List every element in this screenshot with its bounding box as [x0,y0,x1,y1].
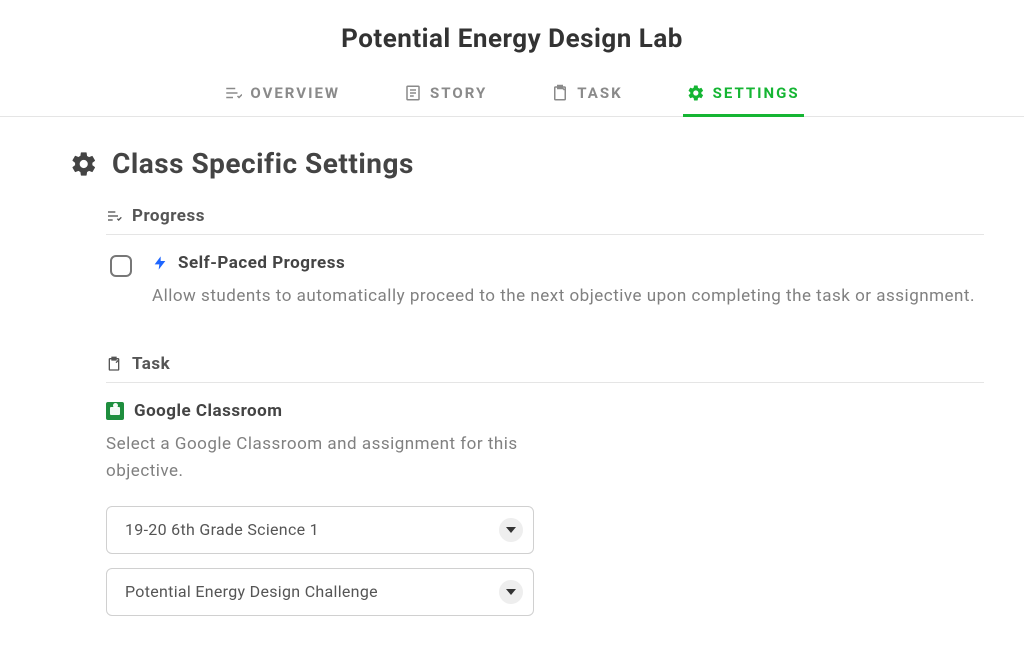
tabs: OVERVIEW STORY TASK SETTINGS [0,76,1024,117]
google-classroom-icon [106,402,124,420]
assignment-select-value: Potential Energy Design Challenge [125,582,378,601]
gear-icon [70,150,98,178]
google-classroom-desc: Select a Google Classroom and assignment… [106,431,526,484]
task-icon [551,84,569,102]
assignment-select[interactable]: Potential Energy Design Challenge [106,568,534,616]
progress-label: Progress [132,206,205,226]
progress-icon [106,208,122,224]
self-paced-checkbox[interactable] [110,255,132,277]
tab-settings-label: SETTINGS [713,84,800,102]
overview-icon [224,84,242,102]
task-label: Task [132,354,170,374]
tab-task-label: TASK [577,84,622,102]
classroom-select[interactable]: 19-20 6th Grade Science 1 [106,506,534,554]
tab-task[interactable]: TASK [547,76,626,116]
task-section-icon [106,356,122,372]
tab-story-label: STORY [430,84,487,102]
page-title: Potential Energy Design Lab [0,24,1024,54]
self-paced-title: Self-Paced Progress [178,253,345,273]
settings-icon [687,84,705,102]
tab-overview-label: OVERVIEW [250,84,340,102]
tab-overview[interactable]: OVERVIEW [220,76,344,116]
progress-subheader: Progress [106,206,984,235]
chevron-down-icon [499,518,523,542]
bolt-icon [152,253,168,273]
story-icon [404,84,422,102]
self-paced-desc: Allow students to automatically proceed … [152,283,982,310]
task-subheader: Task [106,354,984,383]
section-title: Class Specific Settings [112,147,414,180]
tab-story[interactable]: STORY [400,76,491,116]
tab-settings[interactable]: SETTINGS [683,76,804,116]
chevron-down-icon [499,580,523,604]
google-classroom-title: Google Classroom [134,401,282,421]
classroom-select-value: 19-20 6th Grade Science 1 [125,520,319,539]
